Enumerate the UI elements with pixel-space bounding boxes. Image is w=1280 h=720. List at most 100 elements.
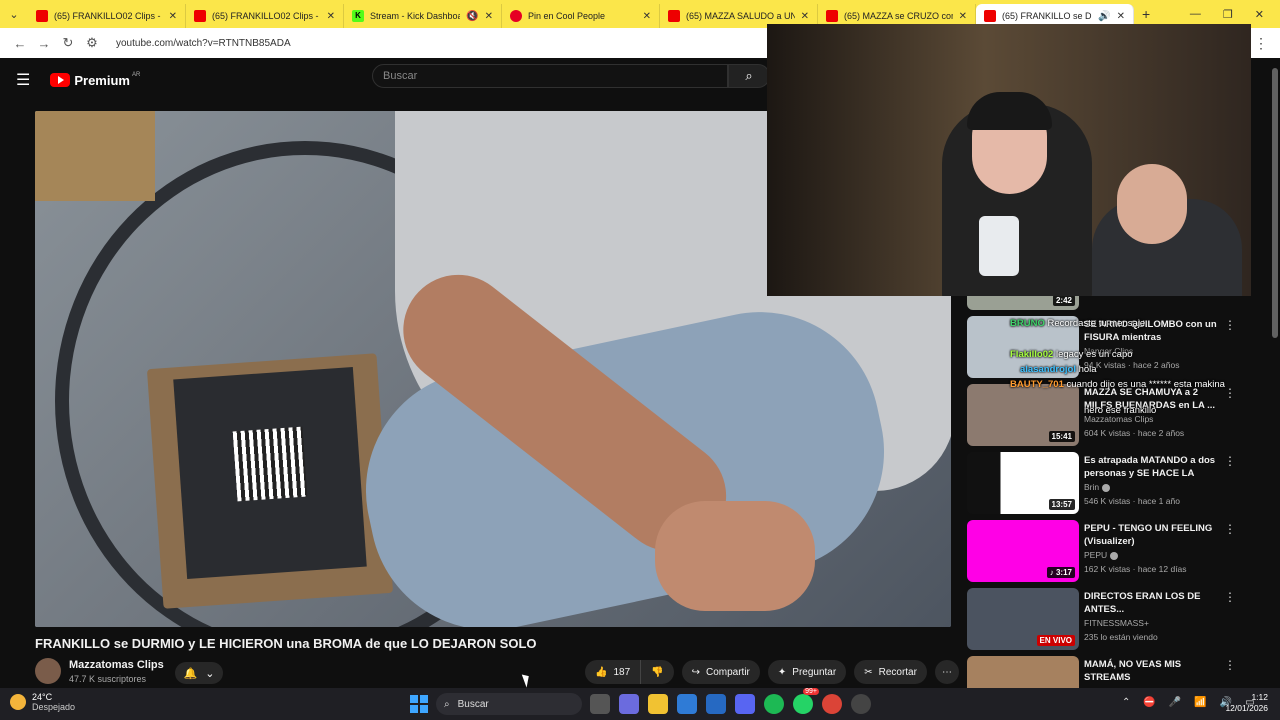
recommendation-item[interactable]: 13:57 Es atrapada MATANDO a dos personas…	[967, 452, 1247, 516]
more-actions-button[interactable]: ⋯	[934, 660, 959, 684]
microphone-icon[interactable]: 🎤	[1169, 697, 1181, 708]
close-tab-icon[interactable]: ✕	[1117, 11, 1125, 22]
taskbar-search[interactable]: ⌕ Buscar	[436, 693, 582, 715]
back-icon[interactable]: ←	[8, 36, 32, 51]
ask-button[interactable]: ✦ Preguntar	[767, 660, 847, 684]
more-vert-icon[interactable]: ⋮	[1224, 454, 1236, 468]
subscribed-bell-button[interactable]: 🔔 ⌄	[175, 662, 223, 684]
recommendation-item[interactable]: 15:41 MAZZA SE CHAMUYA a 2 MILFS BUENARD…	[967, 384, 1247, 448]
spotify-icon[interactable]	[764, 694, 784, 714]
mute-tab-icon[interactable]: 🔇	[466, 11, 478, 22]
browser-tab[interactable]: K Stream - Kick Dashboard 🔇 ✕	[344, 4, 502, 28]
recommendation-channel[interactable]: Brin	[1084, 482, 1111, 492]
duration-badge: 13:57	[1048, 499, 1075, 510]
close-tab-icon[interactable]: ✕	[169, 11, 177, 22]
recommendation-title[interactable]: Es atrapada MATANDO a dos personas y SE …	[1084, 454, 1224, 481]
url-field[interactable]: youtube.com/watch?v=RTNTNB85ADA	[116, 38, 291, 49]
chevron-up-icon[interactable]: ⌃	[1122, 697, 1130, 708]
scrollbar-thumb[interactable]	[1272, 68, 1278, 338]
site-info-icon[interactable]: ⚙	[80, 35, 104, 51]
duration-badge: 15:41	[1048, 431, 1075, 442]
recommendation-title[interactable]: MAMÁ, NO VEAS MIS STREAMS	[1084, 658, 1224, 684]
recommendation-item[interactable]: MAMÁ, NO VEAS MIS STREAMS ⋮	[967, 656, 1247, 688]
more-vert-icon[interactable]: ⋮	[1224, 590, 1236, 604]
browser-tab[interactable]: (65) FRANKILLO02 Clips - YouTub ✕	[186, 4, 344, 28]
share-button[interactable]: ↪ Compartir	[681, 660, 760, 684]
recommendation-item[interactable]: SE ARMO QUILOMBO con un FISURA mientras …	[967, 316, 1247, 380]
chrome-icon[interactable]	[822, 694, 842, 714]
recommendation-title[interactable]: PEPU - TENGO UN FEELING (Visualizer)	[1084, 522, 1224, 548]
pinterest-icon	[510, 10, 522, 22]
page-scrollbar[interactable]	[1270, 58, 1280, 688]
settings-icon[interactable]	[851, 694, 871, 714]
maximize-icon[interactable]: ❐	[1223, 8, 1233, 21]
close-tab-icon[interactable]: ✕	[327, 11, 335, 22]
youtube-icon	[826, 10, 838, 22]
more-vert-icon[interactable]: ⋮	[1224, 522, 1236, 536]
close-tab-icon[interactable]: ✕	[959, 11, 967, 22]
close-tab-icon[interactable]: ✕	[485, 11, 493, 22]
browser-tab[interactable]: Pin en Cool People ✕	[502, 4, 660, 28]
recommendation-item[interactable]: EN VIVO DIRECTOS ERAN LOS DE ANTES... FI…	[967, 588, 1247, 652]
outlook-icon[interactable]	[706, 694, 726, 714]
browser-tab[interactable]: (65) FRANKILLO02 Clips - YouTub ✕	[28, 4, 186, 28]
thumbnail[interactable]: ♪ 3:17	[967, 520, 1079, 582]
speaker-icon[interactable]: 🔊	[1098, 11, 1110, 22]
recommendation-channel[interactable]: FITNESSMASS+	[1084, 618, 1149, 628]
wifi-icon[interactable]: 📶	[1194, 697, 1206, 708]
forward-icon[interactable]: →	[32, 36, 56, 51]
menu-icon[interactable]: ☰	[16, 70, 30, 90]
new-tab-button[interactable]: +	[1142, 6, 1150, 22]
recommendation-channel[interactable]: Nanger Clips	[1084, 346, 1133, 356]
recommendation-channel[interactable]: Mazzatomas Clips	[1084, 414, 1153, 424]
bell-icon: 🔔	[183, 667, 198, 680]
video-actions: 👍 187 👎 ↪ Compartir ✦ Preguntar ✂ Recort…	[585, 660, 959, 684]
clock[interactable]: 1:12 12/01/2026	[1222, 692, 1268, 714]
channel-avatar[interactable]	[35, 658, 61, 684]
store-icon[interactable]	[677, 694, 697, 714]
start-button[interactable]	[410, 695, 428, 713]
channel-name[interactable]: Mazzatomas Clips	[69, 659, 164, 671]
dislike-button[interactable]: 👎	[641, 660, 674, 684]
weather-widget[interactable]: 24°C Despejado	[10, 692, 75, 712]
youtube-premium-logo[interactable]: Premium AR	[50, 72, 140, 88]
close-tab-icon[interactable]: ✕	[643, 11, 651, 22]
thumbnail[interactable]: EN VIVO	[967, 588, 1079, 650]
discord-icon[interactable]	[735, 694, 755, 714]
search-icon: ⌕	[444, 698, 450, 710]
recommendation-title[interactable]: DIRECTOS ERAN LOS DE ANTES...	[1084, 590, 1224, 616]
recommendation-channel[interactable]: PEPU	[1084, 550, 1119, 560]
clip-button[interactable]: ✂ Recortar	[854, 660, 927, 684]
recommendation-title[interactable]: SE ARMO QUILOMBO con un FISURA mientras …	[1084, 318, 1224, 345]
like-button[interactable]: 👍 187	[585, 660, 642, 684]
tab-search-chevron-icon[interactable]: ⌄	[0, 0, 28, 28]
thumbnail[interactable]: 15:41	[967, 384, 1079, 446]
search-icon[interactable]: ⌕	[728, 64, 770, 88]
verified-icon	[1110, 551, 1119, 560]
minimize-icon[interactable]: —	[1190, 8, 1201, 21]
file-explorer-icon[interactable]	[648, 694, 668, 714]
browser-menu-icon[interactable]: ⋮	[1254, 35, 1268, 52]
network-off-icon[interactable]: ⛔	[1143, 697, 1155, 708]
recommendation-item[interactable]: ♪ 3:17 PEPU - TENGO UN FEELING (Visualiz…	[967, 520, 1247, 584]
task-view-icon[interactable]	[590, 694, 610, 714]
thumbnail[interactable]: 13:57	[967, 452, 1079, 514]
more-vert-icon[interactable]: ⋮	[1224, 318, 1236, 332]
youtube-icon	[36, 10, 48, 22]
more-vert-icon[interactable]: ⋮	[1224, 386, 1236, 400]
copilot-icon[interactable]	[619, 694, 639, 714]
recommendation-title[interactable]: MAZZA SE CHAMUYA a 2 MILFS BUENARDAS en …	[1084, 386, 1224, 412]
recommendation-item[interactable]: 2:42	[967, 296, 1247, 312]
whatsapp-icon[interactable]: 99+	[793, 688, 819, 714]
thumbnail[interactable]	[967, 316, 1079, 378]
more-vert-icon[interactable]: ⋮	[1224, 658, 1236, 672]
search-input[interactable]: Buscar	[372, 64, 728, 88]
close-tab-icon[interactable]: ✕	[801, 11, 809, 22]
close-window-icon[interactable]: ✕	[1255, 8, 1264, 21]
thumbnail[interactable]: 2:42	[967, 296, 1079, 310]
thumbnail[interactable]	[967, 656, 1079, 688]
qr-code	[232, 426, 308, 502]
reload-icon[interactable]: ↻	[56, 35, 80, 51]
cup	[979, 216, 1019, 276]
sparkle-icon: ✦	[777, 666, 787, 678]
